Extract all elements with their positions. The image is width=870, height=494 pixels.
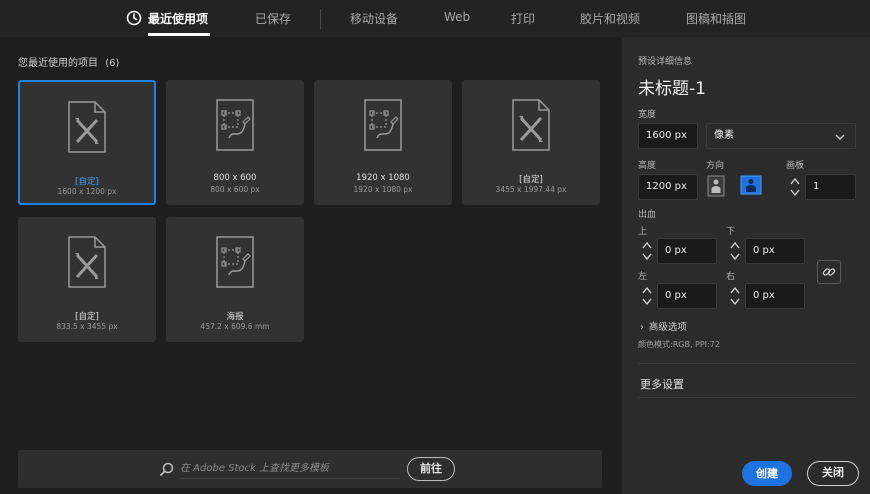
- bleed-label: 出血: [638, 210, 657, 220]
- preset-dimensions: 1600 x 1200 px: [57, 187, 117, 196]
- bleed-bottom-field[interactable]: 0 px: [745, 238, 805, 264]
- link-icon: [822, 268, 836, 276]
- top-tab-bar: 最近使用项 已保存 移动设备 Web 打印 胶片和视频 图稿和插图: [0, 0, 870, 37]
- tab-mobile[interactable]: 移动设备: [350, 10, 398, 27]
- preset-dimensions: 833.5 x 3455 px: [56, 322, 118, 331]
- document-title-field[interactable]: 未标题-1: [638, 74, 706, 99]
- bleed-bottom-stepper[interactable]: [729, 240, 741, 262]
- bleed-bottom-label: 下: [726, 227, 736, 237]
- stock-search-bar: 前往: [18, 450, 602, 488]
- preset-details-heading: 预设详细信息: [638, 57, 693, 67]
- divider: [638, 363, 856, 364]
- width-field[interactable]: 1600 px: [638, 123, 698, 149]
- artboards-label: 画板: [786, 161, 805, 171]
- height-field[interactable]: 1200 px: [638, 174, 698, 200]
- preset-dimensions: 3455 x 1997.44 px: [495, 185, 567, 194]
- template-document-icon: [216, 99, 254, 151]
- preset-card[interactable]: [自定] 1600 x 1200 px: [18, 80, 156, 205]
- preset-name: [自定]: [519, 175, 543, 185]
- custom-document-icon: [68, 101, 106, 153]
- active-tab-indicator: [148, 33, 210, 36]
- recent-items-panel: 您最近使用的项目 (6) [自定] 1600 x 1200 px 800 x 6…: [0, 37, 621, 494]
- bleed-left-label: 左: [638, 272, 648, 282]
- advanced-options-toggle[interactable]: › 高级选项: [640, 319, 687, 333]
- bleed-left-stepper[interactable]: [641, 285, 653, 307]
- stock-search-input[interactable]: [180, 459, 400, 479]
- preset-dimensions: 457.2 x 609.6 mm: [200, 322, 270, 331]
- close-button[interactable]: 关闭: [807, 461, 859, 486]
- template-document-icon: [216, 236, 254, 288]
- portrait-orientation-icon[interactable]: [707, 175, 725, 197]
- landscape-orientation-icon[interactable]: [740, 175, 762, 195]
- create-button[interactable]: 创建: [742, 461, 792, 486]
- preset-dimensions: 800 x 600 px: [210, 185, 260, 194]
- link-bleed-button[interactable]: [817, 260, 841, 284]
- unit-select-value: 像素: [714, 130, 734, 141]
- tab-print[interactable]: 打印: [511, 10, 535, 27]
- preset-card[interactable]: [自定] 3455 x 1997.44 px: [462, 80, 600, 205]
- tab-art-illustration[interactable]: 图稿和插图: [686, 10, 746, 27]
- bleed-right-field[interactable]: 0 px: [745, 283, 805, 309]
- bleed-right-label: 右: [726, 272, 736, 282]
- preset-name: [自定]: [75, 177, 99, 187]
- artboards-field[interactable]: 1: [805, 174, 856, 200]
- custom-document-icon: [512, 99, 550, 151]
- width-label: 宽度: [638, 110, 657, 120]
- preset-card[interactable]: 1920 x 1080 1920 x 1080 px: [314, 80, 452, 205]
- custom-document-icon: [68, 236, 106, 288]
- advanced-options-label: 高级选项: [648, 322, 687, 333]
- preset-card[interactable]: [自定] 833.5 x 3455 px: [18, 217, 156, 342]
- preset-card[interactable]: 800 x 600 800 x 600 px: [166, 80, 304, 205]
- recent-items-title: 您最近使用的项目: [18, 58, 98, 69]
- preset-name: 1920 x 1080: [356, 173, 410, 183]
- tab-web[interactable]: Web: [444, 10, 470, 24]
- tab-separator: [320, 9, 321, 29]
- bleed-top-field[interactable]: 0 px: [657, 238, 717, 264]
- artboards-stepper[interactable]: [789, 176, 801, 198]
- tab-film-video[interactable]: 胶片和视频: [580, 10, 640, 27]
- bleed-top-stepper[interactable]: [641, 240, 653, 262]
- orientation-label: 方向: [706, 161, 725, 171]
- search-icon: [160, 462, 174, 476]
- chevron-right-icon: ›: [640, 322, 644, 333]
- height-label: 高度: [638, 161, 657, 171]
- recent-items-heading: 您最近使用的项目 (6): [18, 54, 119, 69]
- preset-name: [自定]: [75, 312, 99, 322]
- preset-details-panel: 预设详细信息 未标题-1 宽度 1600 px 像素 高度 1200 px 方向…: [622, 37, 870, 494]
- preset-card[interactable]: 海报 457.2 x 609.6 mm: [166, 217, 304, 342]
- more-settings-button[interactable]: 更多设置: [640, 376, 684, 392]
- color-mode-info: 颜色模式:RGB, PPI:72: [638, 340, 720, 349]
- preset-name: 海报: [226, 312, 244, 322]
- preset-dimensions: 1920 x 1080 px: [353, 185, 413, 194]
- tab-recent[interactable]: 最近使用项: [148, 10, 208, 27]
- chevron-down-icon: [835, 134, 845, 140]
- clock-icon: [126, 10, 142, 26]
- unit-select[interactable]: 像素: [706, 123, 856, 149]
- divider: [638, 397, 856, 398]
- template-document-icon: [364, 99, 402, 151]
- bleed-right-stepper[interactable]: [729, 285, 741, 307]
- preset-name: 800 x 600: [213, 173, 257, 183]
- bleed-top-label: 上: [638, 227, 648, 237]
- bleed-left-field[interactable]: 0 px: [657, 283, 717, 309]
- recent-items-count: (6): [105, 58, 120, 69]
- tab-saved[interactable]: 已保存: [255, 10, 291, 27]
- go-button[interactable]: 前往: [407, 457, 455, 481]
